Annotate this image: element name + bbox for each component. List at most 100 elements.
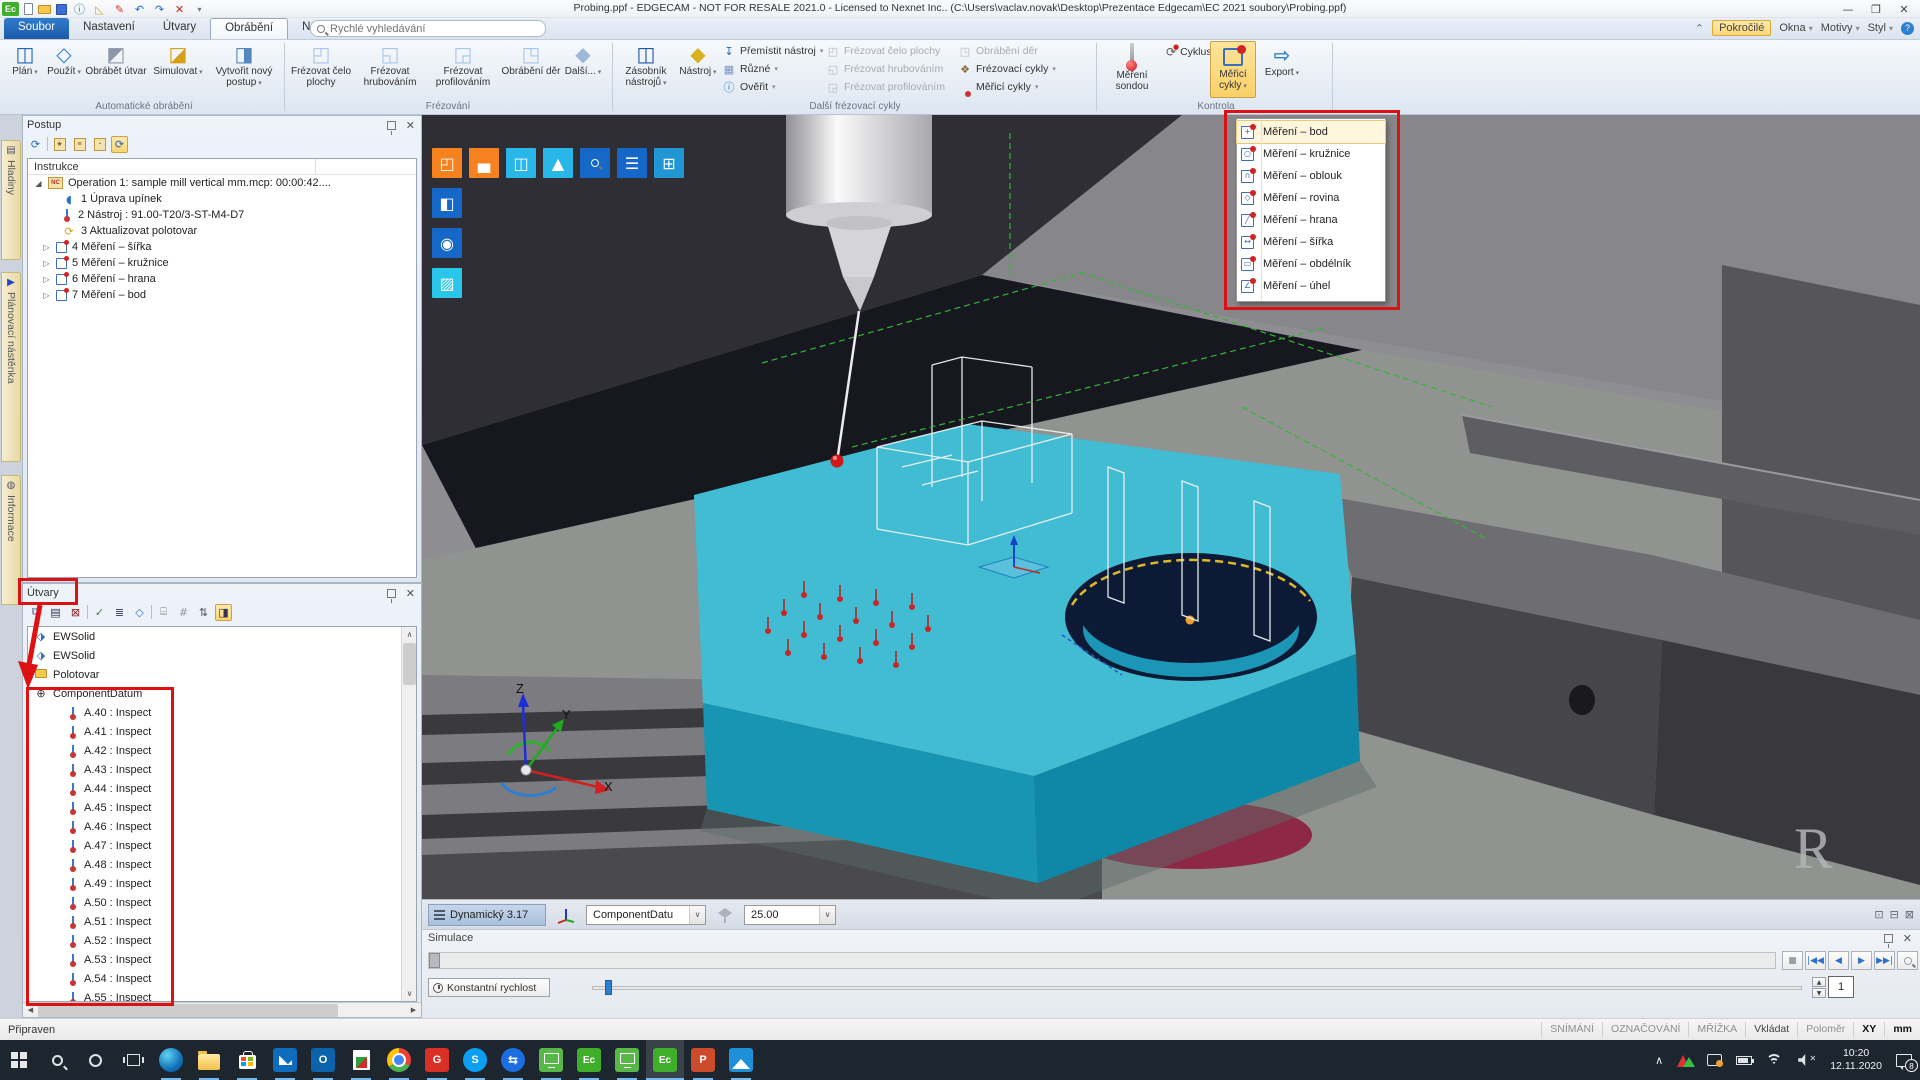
viewport-minimize-icon[interactable]: ⊟	[1890, 908, 1899, 921]
taskbar-store[interactable]	[228, 1040, 266, 1080]
frezovat-profilovanim-button[interactable]: Frézovat profilováním	[426, 40, 500, 98]
step-mereni[interactable]: ▷ 4 Měření – šířka	[28, 239, 416, 255]
tree-item-componentdatum[interactable]: ⊕ ComponentDatum	[28, 684, 416, 703]
sort-icon[interactable]: ⇅	[195, 604, 212, 621]
taskbar-explorer[interactable]	[190, 1040, 228, 1080]
sidetab-informace[interactable]: ◍ Informace	[1, 475, 21, 605]
stop-icon[interactable]: ■	[1782, 951, 1803, 970]
step-back-icon[interactable]: ◀	[1828, 951, 1849, 970]
skip-start-icon[interactable]: |◀◀	[1805, 951, 1826, 970]
maximize-button[interactable]: ❐	[1862, 0, 1890, 18]
scroll-thumb[interactable]	[403, 643, 416, 685]
feature-stack-icon[interactable]: ▤	[47, 604, 64, 621]
taskbar-chrome[interactable]	[380, 1040, 418, 1080]
measure-menu-item[interactable]: ○ Měření – kružnice	[1237, 143, 1385, 165]
display-notification-icon[interactable]	[1707, 1054, 1722, 1066]
taskbar-powerpoint[interactable]: P	[684, 1040, 722, 1080]
volume-muted-icon[interactable]	[1798, 1054, 1816, 1066]
diamond-icon[interactable]: ◇	[131, 604, 148, 621]
tree-item-inspect[interactable]: A.46 : Inspect	[28, 817, 416, 836]
pin-icon[interactable]	[387, 589, 396, 598]
scroll-right-icon[interactable]: ▶	[406, 1003, 421, 1018]
taskbar-edgecam[interactable]: Ec	[570, 1040, 608, 1080]
vytvorit-novy-postup-button[interactable]: Vytvořit nový postup	[208, 40, 280, 98]
wireframe-display-icon[interactable]: ▨	[432, 268, 462, 298]
spinner-down-icon[interactable]: ▼	[1812, 988, 1826, 998]
show-features-icon[interactable]: ◨	[215, 604, 232, 621]
skip-end-icon[interactable]: ▶▶|	[1874, 951, 1895, 970]
tree-item-inspect[interactable]: A.44 : Inspect	[28, 779, 416, 798]
close-panel-icon[interactable]: ✕	[1901, 932, 1914, 945]
sidetab-planovaci-nastenka[interactable]: ▶ Plánovací nástěnka	[1, 272, 21, 462]
tree-item-inspect[interactable]: A.52 : Inspect	[28, 931, 416, 950]
tolerance-select[interactable]: 25.00 ∨	[744, 905, 836, 925]
refresh-icon[interactable]: ⟳	[27, 136, 44, 153]
horizontal-scrollbar[interactable]: ◀ ▶	[23, 1002, 421, 1017]
battery-icon[interactable]	[1736, 1056, 1752, 1065]
step-aktualizovat-polotovar[interactable]: ⟳ 3 Aktualizovat polotovar	[28, 223, 416, 239]
datum-select[interactable]: ComponentDatu ∨	[586, 905, 706, 925]
taskbar-gmail[interactable]: G	[418, 1040, 456, 1080]
start-button[interactable]	[0, 1040, 38, 1080]
scroll-thumb[interactable]	[38, 1004, 338, 1017]
measure-menu-item[interactable]: ╱ Měření – hrana	[1237, 209, 1385, 231]
style-menu-button[interactable]: Styl ▾	[1868, 22, 1893, 34]
pin-icon[interactable]	[1884, 934, 1893, 943]
cortana-button[interactable]	[76, 1040, 114, 1080]
status-polomer[interactable]: Poloměr	[1797, 1022, 1853, 1037]
viewport-restore-icon[interactable]: ⊡	[1874, 908, 1883, 921]
scroll-down-icon[interactable]: ∨	[402, 986, 417, 1001]
windows-menu-button[interactable]: Okna ▾	[1779, 22, 1812, 34]
tree-item-inspect[interactable]: A.42 : Inspect	[28, 741, 416, 760]
step-mereni[interactable]: ▷ 6 Měření – hrana	[28, 271, 416, 287]
tree-item-inspect[interactable]: A.45 : Inspect	[28, 798, 416, 817]
tray-expand-icon[interactable]: ∧	[1655, 1054, 1663, 1067]
plan-button[interactable]: Plán	[6, 40, 44, 98]
export-button[interactable]: Export	[1260, 41, 1304, 99]
taskbar-skype[interactable]: S	[456, 1040, 494, 1080]
mereni-sondou-button[interactable]: Měření sondou	[1102, 40, 1162, 98]
zoom-icon[interactable]	[580, 148, 610, 178]
stock-view-icon[interactable]: ◰	[432, 148, 462, 178]
tree-item-polotovar[interactable]: Polotovar	[28, 665, 416, 684]
tree-item-inspect[interactable]: A.41 : Inspect	[28, 722, 416, 741]
simulovat-button[interactable]: Simulovat	[148, 40, 208, 98]
cpl-axis-icon[interactable]	[556, 906, 576, 924]
expander-icon[interactable]: ▷	[42, 275, 51, 284]
taskbar-search-button[interactable]	[38, 1040, 76, 1080]
obrabeni-der-button[interactable]: Obrábění děr	[500, 40, 562, 98]
search-input[interactable]	[330, 23, 539, 35]
operation-node[interactable]: ◢ NC Operation 1: sample mill vertical m…	[28, 175, 416, 191]
expander-open-icon[interactable]: ◢	[34, 179, 43, 188]
sequence-list-icon[interactable]: ≡	[71, 136, 88, 153]
taskbar-edgecam-active[interactable]: Ec	[646, 1040, 684, 1080]
taskbar-teamviewer[interactable]: ⇆	[494, 1040, 532, 1080]
tree-item-inspect[interactable]: A.49 : Inspect	[28, 874, 416, 893]
solid-display-icon[interactable]: ◧	[432, 188, 462, 218]
view-mode-button[interactable]: Dynamický 3.17	[428, 904, 546, 926]
help-icon[interactable]: ?	[1901, 22, 1914, 35]
tab-utvary[interactable]: Útvary	[149, 18, 210, 39]
quick-search-box[interactable]	[310, 20, 546, 37]
measure-menu-item[interactable]: ∠ Měření – úhel	[1237, 275, 1385, 297]
step-count-field[interactable]: 1	[1828, 976, 1854, 998]
tree-item-inspect[interactable]: A.47 : Inspect	[28, 836, 416, 855]
tree-item-inspect[interactable]: A.50 : Inspect	[28, 893, 416, 912]
expander-icon[interactable]: ▷	[42, 291, 51, 300]
scroll-up-icon[interactable]: ∧	[402, 627, 417, 642]
wifi-icon[interactable]	[1766, 1054, 1784, 1067]
viewport-close-icon[interactable]: ⊠	[1905, 908, 1914, 921]
viewport-3d[interactable]: Z Y X R ◰ ▄ ◫ ▲ ☰ ⊞ ◧ ◉ ▨	[422, 115, 1920, 899]
taskbar-mail[interactable]	[266, 1040, 304, 1080]
status-vkladat[interactable]: Vkládat	[1745, 1022, 1797, 1037]
tab-soubor[interactable]: Soubor	[4, 18, 69, 39]
antivirus-icon[interactable]	[1677, 1054, 1693, 1067]
spinner-up-icon[interactable]: ▲	[1812, 977, 1826, 987]
constant-speed-button[interactable]: Konstantní rychlost	[428, 978, 550, 997]
tree-item-inspect[interactable]: A.54 : Inspect	[28, 969, 416, 988]
close-button[interactable]: ✕	[1890, 0, 1918, 18]
feature-window-icon[interactable]: ⧉	[27, 604, 44, 621]
taskbar-edgecam-simulator[interactable]	[532, 1040, 570, 1080]
list-icon[interactable]: ≣	[111, 604, 128, 621]
check-icon[interactable]: ✓	[91, 604, 108, 621]
